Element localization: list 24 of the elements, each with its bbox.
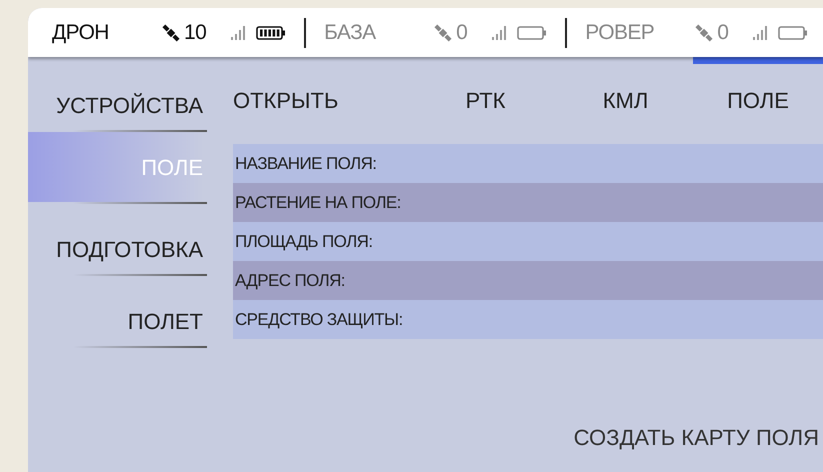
- tab[interactable]: КМЛ: [558, 57, 693, 130]
- device-name: ДРОН: [52, 20, 110, 46]
- satellite-icon: [434, 24, 452, 42]
- field-label: ПЛОЩАДЬ ПОЛЯ:: [233, 222, 823, 261]
- field-label: РАСТЕНИЕ НА ПОЛЕ:: [233, 183, 823, 222]
- signal-icon: [230, 24, 246, 40]
- satellite-count: 10: [184, 20, 206, 46]
- tab[interactable]: РТК: [413, 57, 558, 130]
- field-label: НАЗВАНИЕ ПОЛЯ:: [233, 144, 823, 183]
- create-map-button[interactable]: СОЗДАТЬ КАРТУ ПОЛЯ: [574, 421, 823, 454]
- sidebar-item[interactable]: УСТРОЙСТВА: [28, 57, 205, 130]
- satellite-count: 0: [717, 20, 728, 46]
- sidebar-item[interactable]: ПОДГОТОВКА: [28, 204, 205, 274]
- satellite-icon: [162, 24, 180, 42]
- device-name: РОВЕР: [585, 20, 656, 46]
- sidebar-item[interactable]: ПОЛЕТ: [28, 276, 205, 346]
- field-label: СРЕДСТВО ЗАЩИТЫ:: [233, 300, 823, 339]
- satellite-icon: [695, 24, 714, 42]
- satellite-count: 0: [456, 20, 468, 46]
- signal-icon: [752, 24, 768, 40]
- tab[interactable]: ОТКРЫТЬ: [233, 57, 413, 130]
- field-label: АДРЕС ПОЛЯ:: [233, 261, 823, 300]
- signal-icon: [491, 24, 508, 40]
- device-name: БАЗА: [324, 20, 377, 46]
